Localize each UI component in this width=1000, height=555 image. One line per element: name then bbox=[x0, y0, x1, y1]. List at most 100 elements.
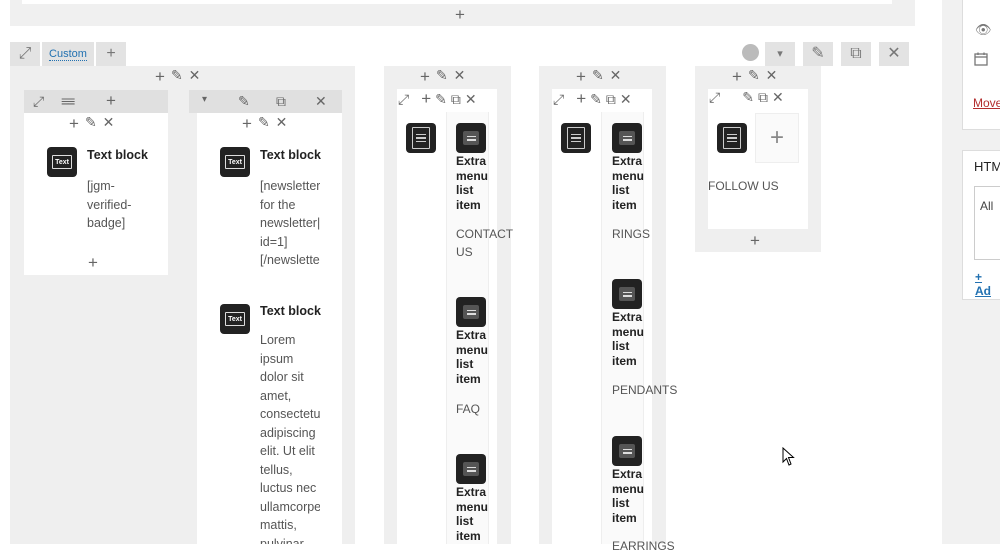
text-block-title[interactable]: Text block bbox=[260, 148, 321, 162]
content-line: pulvinar bbox=[260, 536, 304, 545]
chevron-down-icon[interactable]: ▾ bbox=[202, 95, 207, 105]
add-icon[interactable]: + bbox=[421, 90, 431, 107]
extra-menu-item-title[interactable]: Extra menu list item bbox=[456, 154, 488, 212]
pencil-icon[interactable]: ✎ bbox=[238, 94, 250, 108]
add-icon[interactable]: + bbox=[576, 90, 586, 107]
pencil-icon[interactable]: ✎ bbox=[742, 90, 754, 104]
row-color-dot[interactable] bbox=[742, 44, 759, 61]
drag-handle-icon[interactable]: ≡≡ bbox=[61, 94, 75, 108]
text-block-icon[interactable]: Text bbox=[220, 304, 250, 334]
content-line: luctus nec bbox=[260, 481, 317, 495]
add-icon[interactable]: + bbox=[750, 232, 760, 249]
extra-menu-item-title[interactable]: Extra menu list item bbox=[612, 310, 644, 368]
custom-layout-link[interactable]: Custom bbox=[49, 48, 87, 61]
pencil-icon[interactable]: ✎ bbox=[85, 115, 97, 132]
column-1-controls: + ✎ ✕ bbox=[155, 68, 200, 85]
page-builder-canvas: + ⤢ Custom + ▾ ✎ ⧉ ✕ + ✎ ✕ ⤢ ≡≡ + ▾ ✎ ⧉ … bbox=[0, 0, 942, 553]
duplicate-icon[interactable]: ⧉ bbox=[606, 92, 616, 106]
close-icon[interactable]: ✕ bbox=[620, 92, 632, 106]
content-line: badge] bbox=[87, 216, 126, 230]
pencil-icon[interactable]: ✎ bbox=[748, 68, 760, 85]
menu-item-icon[interactable] bbox=[456, 454, 486, 484]
add-icon[interactable]: + bbox=[106, 92, 116, 109]
menu-item-icon[interactable] bbox=[612, 279, 642, 309]
close-icon[interactable]: ✕ bbox=[465, 92, 477, 106]
menu-item-icon[interactable] bbox=[456, 297, 486, 327]
pencil-icon[interactable]: ✎ bbox=[436, 68, 448, 85]
extra-menu-item-label: EARRINGS bbox=[612, 537, 675, 555]
text-block-title[interactable]: Text block bbox=[87, 148, 148, 162]
form-icon[interactable] bbox=[717, 123, 747, 153]
menu-item-icon[interactable] bbox=[612, 436, 642, 466]
title-line: item bbox=[612, 353, 637, 368]
row-duplicate-button[interactable]: ⧉ bbox=[841, 42, 871, 66]
extra-menu-item-label: FAQ bbox=[456, 400, 480, 418]
expand-icon[interactable]: ⤢ bbox=[33, 94, 44, 108]
form-icon[interactable] bbox=[406, 123, 436, 153]
add-link[interactable]: + Ad bbox=[975, 270, 1000, 298]
close-icon[interactable]: ✕ bbox=[315, 94, 327, 108]
inner-row-controls: ⤢ + ✎ ⧉ ✕ bbox=[398, 90, 477, 107]
add-element-button[interactable]: + bbox=[755, 113, 799, 163]
pencil-icon[interactable]: ✎ bbox=[171, 68, 183, 85]
row-delete-button[interactable]: ✕ bbox=[879, 42, 909, 66]
add-icon[interactable]: + bbox=[69, 115, 79, 132]
duplicate-icon[interactable]: ⧉ bbox=[276, 94, 286, 108]
html-textarea[interactable]: All bbox=[974, 186, 1000, 260]
previous-row-inner bbox=[22, 0, 892, 4]
expand-icon[interactable]: ⤢ bbox=[553, 92, 564, 106]
close-icon[interactable]: ✕ bbox=[610, 68, 622, 85]
title-line: Extra bbox=[456, 485, 487, 499]
content-line: [jgm- bbox=[87, 179, 115, 193]
extra-menu-item-title[interactable]: Extra menu list item bbox=[456, 485, 488, 543]
row-add-column-button[interactable]: + bbox=[96, 42, 126, 66]
inner-row-controls: ⤢ + ✎ ⧉ ✕ bbox=[553, 90, 632, 107]
title-line: Extra bbox=[456, 328, 487, 342]
pencil-icon[interactable]: ✎ bbox=[590, 92, 602, 106]
add-icon[interactable]: + bbox=[732, 68, 742, 85]
add-element-icon[interactable]: + bbox=[88, 254, 98, 271]
extra-menu-item-title[interactable]: Extra menu list item bbox=[612, 467, 644, 525]
pencil-icon[interactable]: ✎ bbox=[435, 92, 447, 106]
extra-menu-item-title[interactable]: Extra menu list item bbox=[456, 328, 488, 386]
close-icon[interactable]: ✕ bbox=[103, 115, 115, 132]
extra-menu-item-title[interactable]: Extra menu list item bbox=[612, 154, 644, 212]
label-line: US bbox=[456, 245, 473, 259]
add-icon[interactable]: + bbox=[155, 68, 165, 85]
menu-item-icon[interactable] bbox=[456, 123, 486, 153]
add-icon[interactable]: + bbox=[420, 68, 430, 85]
close-icon[interactable]: ✕ bbox=[772, 90, 784, 104]
close-icon[interactable]: ✕ bbox=[189, 68, 201, 85]
duplicate-icon[interactable]: ⧉ bbox=[451, 92, 461, 106]
content-line: tellus, bbox=[260, 462, 293, 477]
close-icon[interactable]: ✕ bbox=[276, 115, 288, 132]
move-to-trash-link[interactable]: Move bbox=[973, 96, 1000, 110]
row-edit-button[interactable]: ✎ bbox=[803, 42, 833, 66]
inner-row-controls: ⤢ ✎ ⧉ ✕ bbox=[709, 90, 784, 104]
expand-icon[interactable]: ⤢ bbox=[709, 90, 720, 104]
expand-icon[interactable]: ⤢ bbox=[398, 92, 409, 106]
add-icon[interactable]: + bbox=[576, 68, 586, 85]
title-line: list bbox=[612, 183, 630, 197]
close-icon[interactable]: ✕ bbox=[766, 68, 778, 85]
row-menu-button[interactable]: ▾ bbox=[765, 42, 795, 66]
pencil-icon[interactable]: ✎ bbox=[592, 68, 604, 85]
text-block-title[interactable]: Text block bbox=[260, 304, 321, 318]
row-custom-tab[interactable]: Custom bbox=[42, 42, 94, 66]
add-icon[interactable]: + bbox=[242, 115, 252, 132]
text-block-icon[interactable]: Text bbox=[220, 147, 250, 177]
row-expand-icon[interactable]: ⤢ bbox=[10, 42, 40, 66]
html-widget-title[interactable]: HTML bbox=[974, 159, 1000, 174]
content-line: verified- bbox=[87, 197, 132, 212]
form-icon[interactable] bbox=[561, 123, 591, 153]
text-block-icon[interactable]: Text bbox=[47, 147, 77, 177]
content-line: ipsum bbox=[260, 351, 294, 366]
add-row-icon[interactable]: + bbox=[455, 6, 465, 23]
inner-column-b-controls: + ✎ ✕ bbox=[242, 115, 287, 132]
content-line: [/newslette bbox=[260, 253, 320, 267]
duplicate-icon[interactable]: ⧉ bbox=[758, 90, 768, 104]
close-icon[interactable]: ✕ bbox=[454, 68, 466, 85]
visibility-eye-icon: 👁 bbox=[975, 22, 992, 37]
pencil-icon[interactable]: ✎ bbox=[258, 115, 270, 132]
menu-item-icon[interactable] bbox=[612, 123, 642, 153]
